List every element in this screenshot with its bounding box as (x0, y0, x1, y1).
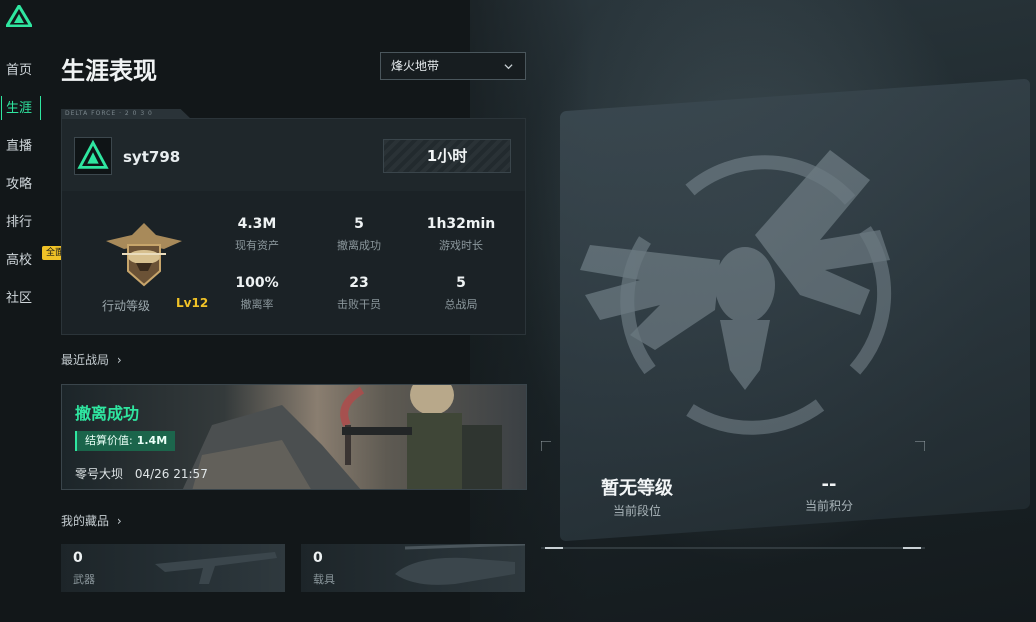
playtime-badge: 1小时 (383, 139, 511, 173)
avatar[interactable] (74, 137, 112, 175)
stat-value: 1h32min (426, 216, 496, 232)
hero-score-label: 当前积分 (804, 499, 853, 513)
battle-map: 零号大坝 (75, 467, 124, 481)
stat-total-matches: 5 总战局 (411, 274, 511, 312)
collection-label: 我的藏品 (61, 514, 110, 528)
chevron-right-icon: › (116, 353, 122, 367)
stat-label: 撤离成功 (337, 239, 381, 252)
stat-value: 4.3M (237, 216, 277, 232)
chevron-down-icon (504, 64, 513, 70)
stat-playtime: 1h32min 游戏时长 (411, 215, 511, 253)
stat-kills: 23 击败干员 (309, 274, 409, 312)
app-logo-icon[interactable] (6, 5, 32, 27)
battle-result: 撤离成功 (75, 404, 140, 423)
recent-battle-label: 最近战局 (61, 353, 110, 367)
sidebar-item-career[interactable]: 生涯 (0, 96, 46, 134)
sidebar-nav: 首页 生涯 直播 攻略 排行 高校 社区 (0, 58, 46, 324)
helicopter-icon (395, 544, 525, 585)
collection-link[interactable]: 我的藏品 › (61, 512, 122, 529)
stat-extract-rate: 100% 撤离率 (207, 274, 307, 312)
stat-value: 23 (349, 275, 369, 291)
chevron-right-icon: › (116, 514, 122, 528)
stat-label: 现有资产 (235, 239, 279, 252)
sidebar-item-ranking[interactable]: 排行 (0, 210, 46, 248)
hero-score: -- 当前积分 (759, 474, 899, 514)
stat-value: 100% (235, 275, 279, 291)
battle-time: 04/26 21:57 (134, 467, 208, 481)
recent-battle-card[interactable]: 撤离成功 结算价值: 1.4M 零号大坝 04/26 21:57 (61, 384, 527, 490)
collection-weapons[interactable]: 0 武器 (61, 544, 285, 592)
hero-score-value: -- (821, 474, 837, 495)
mode-select[interactable]: 烽火地带 (380, 52, 526, 80)
stat-value: 5 (354, 216, 364, 232)
sidebar-item-community[interactable]: 社区 (0, 286, 46, 324)
mode-select-value: 烽火地带 (391, 59, 440, 73)
rank-label: 行动等级 (102, 299, 151, 313)
stat-label: 击败干员 (337, 298, 381, 311)
stat-assets: 4.3M 现有资产 (207, 215, 307, 253)
username: syt798 (123, 148, 181, 166)
battle-meta: 零号大坝 04/26 21:57 (75, 465, 208, 482)
collection-value: 0 (73, 550, 83, 566)
profile-card: syt798 1小时 行动等级 Lv12 4.3M 现有资产 5 撤离成功 1h… (61, 118, 526, 335)
stat-label: 游戏时长 (439, 239, 483, 252)
rank-block: 行动等级 Lv12 (80, 211, 210, 316)
hero-rank: 暂无等级 当前段位 (567, 474, 707, 519)
sidebar-item-live[interactable]: 直播 (0, 134, 46, 172)
stat-extracted: 5 撤离成功 (309, 215, 409, 253)
stat-label: 撤离率 (240, 298, 274, 311)
sidebar-item-guide[interactable]: 攻略 (0, 172, 46, 210)
collection-vehicles[interactable]: 0 载具 (301, 544, 525, 592)
hero-rank-label: 当前段位 (612, 504, 661, 518)
sidebar-item-campus[interactable]: 高校 (0, 248, 46, 286)
rank-level: Lv12 (176, 296, 209, 310)
hero-rank-value: 暂无等级 (601, 478, 673, 499)
collection-label: 载具 (313, 573, 335, 586)
app-window: 首页 生涯 直播 攻略 排行 高校 社区 全面更新 生涯表现 烽火地带 DELT… (0, 0, 1036, 622)
collection-label: 武器 (73, 573, 95, 586)
rank-badge-icon (106, 223, 182, 287)
profile-header: syt798 1小时 (62, 119, 525, 191)
stat-value: 5 (456, 275, 466, 291)
recent-battle-link[interactable]: 最近战局 › (61, 351, 122, 368)
battle-value-label: 结算价值: (85, 434, 133, 447)
faction-emblem-icon (580, 150, 892, 435)
battle-value: 1.4M (136, 434, 168, 447)
battle-value-badge: 结算价值: 1.4M (75, 431, 176, 451)
collection-value: 0 (313, 550, 323, 566)
avatar-logo-icon (77, 139, 109, 169)
page-title: 生涯表现 (61, 57, 157, 85)
stat-label: 总战局 (444, 298, 478, 311)
rifle-icon (155, 552, 277, 584)
sidebar-item-home[interactable]: 首页 (0, 58, 46, 96)
